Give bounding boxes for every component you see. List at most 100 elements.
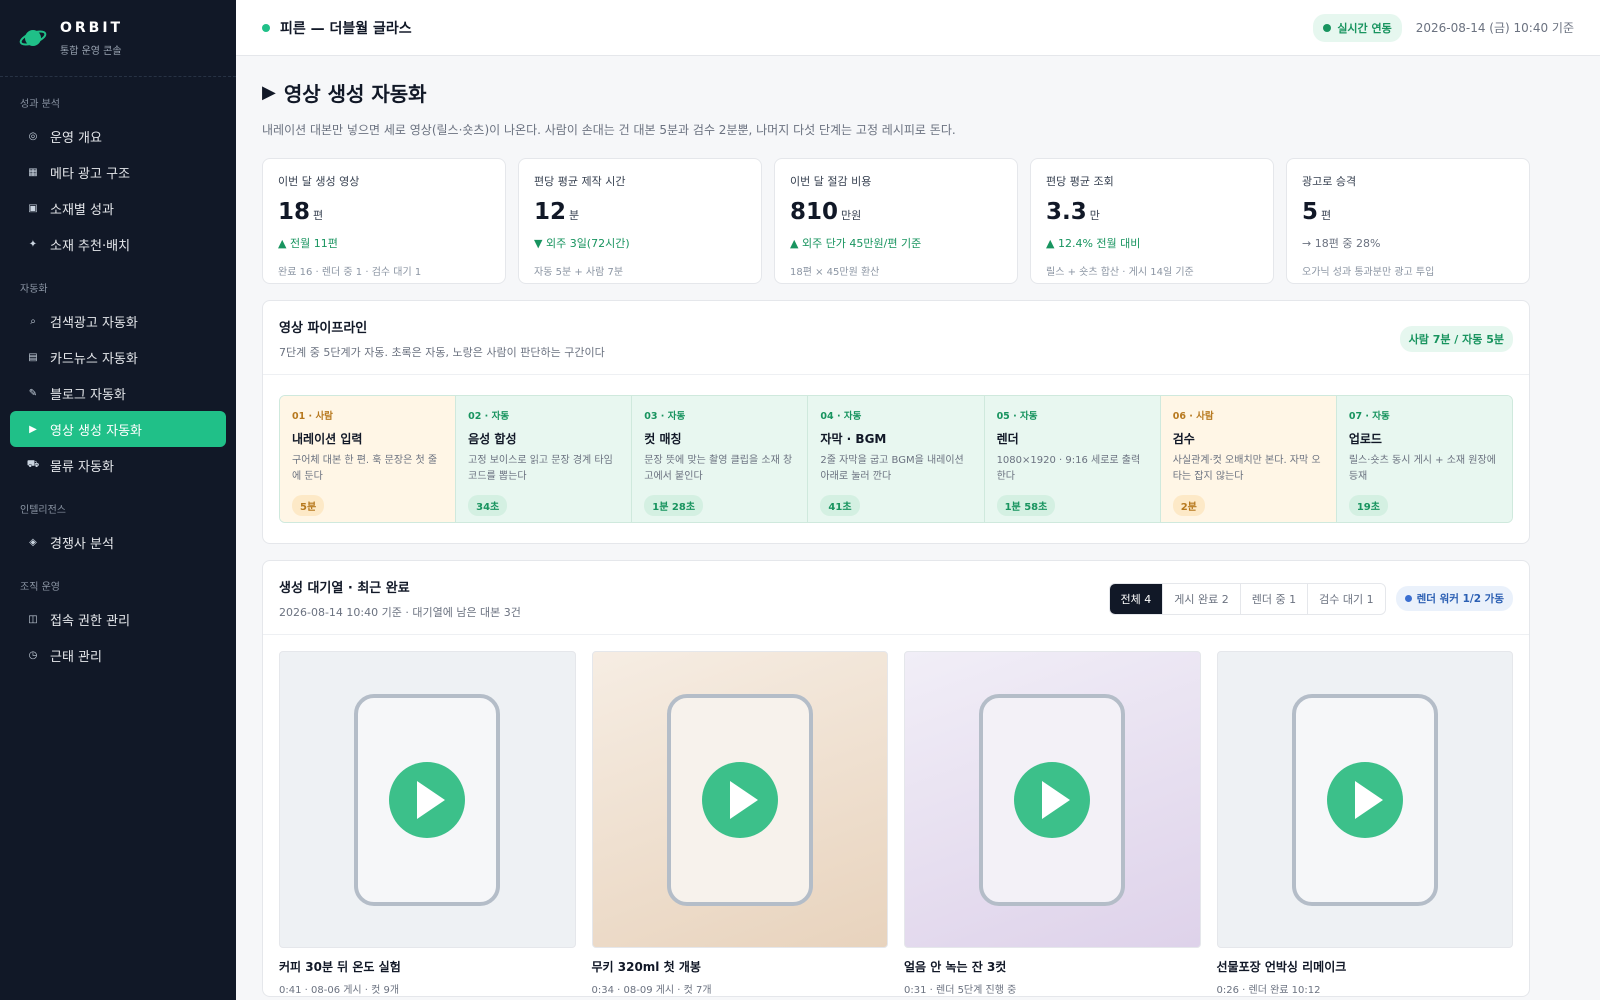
sidebar-item-video[interactable]: ▶ 영상 생성 자동화: [10, 411, 226, 447]
nav-section-label: 자동화: [20, 284, 48, 295]
sidebar-item-search-ads[interactable]: ⌕ 검색광고 자동화: [10, 303, 226, 339]
stat-cards: 이번 달 생성 영상 18 편 ▲ 전월 11편 완료 16 · 렌더 중 1 ·…: [262, 158, 1530, 284]
stat-card-views: 편당 평균 조회 3.3 만 ▲ 12.4% 전월 대비 릴스 + 숏츠 합산 ·…: [1030, 158, 1274, 284]
video-card[interactable]: 얼음 안 녹는 잔 3컷 0:31 · 렌더 5단계 진행 중: [904, 651, 1201, 996]
workspace-title: 피른 — 더블월 글라스: [280, 20, 412, 37]
stat-footnote: 오가닉 성과 통과분만 광고 투입: [1302, 267, 1435, 278]
sidebar: ORBIT 통합 운영 콘솔 성과 분석 ◎ 운영 개요 ▦ 메타 광고 구조 ▣ 소…: [0, 0, 236, 1000]
queue-title: 생성 대기열 · 최근 완료: [279, 581, 410, 596]
pipeline-step[interactable]: 04 · 자동 자막 · BGM 2줄 자막을 굽고 BGM을 내레이션 아래로 눌…: [808, 396, 985, 522]
pipeline-subtitle: 7단계 중 5단계가 자동. 초록은 자동, 노랑은 사람이 판단하는 구간이다: [279, 346, 605, 359]
stat-footnote: 18편 × 45만원 환산: [790, 267, 880, 278]
play-icon: [666, 693, 813, 906]
stat-footnote: 자동 5분 + 사람 7분: [534, 267, 624, 278]
play-icon: [354, 693, 501, 906]
play-icon: ▶: [262, 82, 276, 103]
search-icon: ⌕: [30, 315, 36, 327]
tab-review[interactable]: 검수 대기 1: [1308, 583, 1385, 614]
step-duration-badge: 2분: [1172, 495, 1205, 516]
video-card-list: 커피 30분 뒤 온도 실험 0:41 · 08-06 게시 · 컷 9개 무키…: [263, 635, 1529, 996]
video-card[interactable]: 선물포장 언박싱 리메이크 0:26 · 렌더 완료 10:12: [1216, 651, 1513, 996]
video-meta: 0:41 · 08-06 게시 · 컷 9개: [279, 985, 400, 996]
nav-section-label: 성과 분석: [20, 99, 60, 110]
pencil-icon: ✎: [28, 387, 38, 399]
pipeline-step[interactable]: 01 · 사람 내레이션 입력 구어체 대본 한 편. 훅 문장은 첫 줄에 둔다 5…: [280, 396, 457, 522]
tab-rendering[interactable]: 렌더 중 1: [1240, 583, 1309, 614]
stat-card-promoted: 광고로 승격 5편 → 18편 중 28% 오가닉 성과 통과분만 광고 투입: [1286, 158, 1530, 284]
page-title: ▶ 영상 생성 자동화: [262, 82, 427, 106]
video-meta: 0:34 · 08-09 게시 · 컷 7개: [591, 985, 712, 996]
play-icon: [1291, 693, 1438, 906]
brand[interactable]: ORBIT 통합 운영 콘솔: [0, 0, 236, 77]
status-dot-icon: [262, 23, 270, 32]
sidebar-item-overview[interactable]: ◎ 운영 개요: [10, 118, 226, 154]
stat-card-videos: 이번 달 생성 영상 18 편 ▲ 전월 11편 완료 16 · 렌더 중 1 ·…: [262, 158, 506, 284]
pipeline-panel: 영상 파이프라인 7단계 중 5단계가 자동. 초록은 자동, 노랑은 사람이 …: [262, 300, 1530, 544]
pipeline-step[interactable]: 05 · 자동 렌더 1080×1920 · 9:16 세로로 출력한다 1분 58초: [984, 396, 1161, 522]
sidebar-item-cardnews[interactable]: ▤ 카드뉴스 자동화: [10, 339, 226, 375]
pipeline-step[interactable]: 07 · 자동 업로드 릴스·숏츠 동시 게시 + 소재 원장에 등재 19초: [1336, 396, 1512, 522]
queue-panel: 생성 대기열 · 최근 완료 2026-08-14 10:40 기준 · 대기열…: [262, 560, 1530, 997]
truck-icon: ⛟: [26, 458, 40, 470]
video-thumbnail[interactable]: [1216, 651, 1513, 948]
brand-name: ORBIT: [60, 19, 124, 36]
pipeline-title: 영상 파이프라인: [279, 321, 368, 336]
video-title: 무키 320ml 첫 개봉: [591, 960, 701, 974]
video-title: 얼음 안 녹는 잔 3컷: [904, 960, 1007, 974]
stat-value: 5: [1302, 199, 1319, 225]
sidebar-item-logistics[interactable]: ⛟ 물류 자동화: [10, 447, 226, 483]
pipeline-step[interactable]: 06 · 사람 검수 사실관계·컷 오배치만 본다. 자막 오타는 잡지 않는다 2분: [1160, 396, 1337, 522]
video-thumbnail[interactable]: [904, 651, 1201, 948]
nav-section-label: 인텔리전스: [20, 505, 66, 516]
stat-card-savings: 이번 달 절감 비용 810 만원 ▲ 외주 단가 45만원/편 기준 18편 ×…: [774, 158, 1018, 284]
main-area: 피른 — 더블월 글라스 실시간 연동 2026-08-14 (금) 10:40…: [236, 0, 1600, 1000]
step-duration-badge: 1분 28초: [644, 495, 704, 516]
planet-logo-icon: [19, 30, 47, 46]
sidebar-item-competitor[interactable]: ◈ 경쟁사 분석: [10, 524, 226, 560]
play-icon: [979, 693, 1126, 906]
pipeline-time-badge: 사람 7분 / 자동 5분: [1399, 325, 1513, 352]
lock-icon: ◫: [28, 613, 38, 625]
clock-icon: ◷: [28, 649, 38, 661]
square-icon: ▣: [28, 202, 38, 214]
tab-published[interactable]: 게시 완료 2: [1163, 583, 1241, 614]
step-duration-badge: 5분: [292, 495, 325, 516]
video-title: 선물포장 언박싱 리메이크: [1216, 960, 1347, 974]
pipeline-step[interactable]: 03 · 자동 컷 매칭 문장 뜻에 맞는 촬영 클립을 소재 창고에서 붙인다 1분…: [632, 396, 809, 522]
stat-delta: ▼ 외주 3일(72시간): [534, 237, 630, 250]
step-duration-badge: 19초: [1348, 495, 1388, 516]
step-duration-badge: 41초: [820, 495, 860, 516]
sidebar-item-blog[interactable]: ✎ 블로그 자동화: [10, 375, 226, 411]
topbar: 피른 — 더블월 글라스 실시간 연동 2026-08-14 (금) 10:40…: [236, 0, 1600, 56]
render-worker-badge: 렌더 워커 1/2 가동: [1395, 586, 1513, 611]
video-meta: 0:26 · 렌더 완료 10:12: [1216, 985, 1321, 996]
sidebar-item-creative-recommend[interactable]: ✦ 소재 추천·배치: [10, 226, 226, 262]
pipeline-steps: 01 · 사람 내레이션 입력 구어체 대본 한 편. 훅 문장은 첫 줄에 둔다 5…: [279, 395, 1513, 523]
timestamp: 2026-08-14 (금) 10:40 기준: [1415, 21, 1574, 35]
sidebar-item-access[interactable]: ◫ 접속 권한 관리: [10, 601, 226, 637]
video-card[interactable]: 커피 30분 뒤 온도 실험 0:41 · 08-06 게시 · 컷 9개: [279, 651, 576, 996]
pipeline-step[interactable]: 02 · 자동 음성 합성 고정 보이스로 읽고 문장 경계 타임코드를 뽑는다 34…: [456, 396, 633, 522]
video-thumbnail[interactable]: [591, 651, 888, 948]
brand-subtitle: 통합 운영 콘솔: [60, 45, 122, 57]
video-card[interactable]: 무키 320ml 첫 개봉 0:34 · 08-09 게시 · 컷 7개: [591, 651, 888, 996]
sidebar-item-attendance[interactable]: ◷ 근태 관리: [10, 637, 226, 673]
live-sync-badge: 실시간 연동: [1313, 13, 1402, 42]
cards-icon: ▤: [28, 351, 38, 363]
video-meta: 0:31 · 렌더 5단계 진행 중: [904, 985, 1017, 996]
stat-value: 810: [790, 199, 839, 225]
stat-card-time: 편당 평균 제작 시간 12 분 ▼ 외주 3일(72시간) 자동 5분 + 사람…: [518, 158, 762, 284]
stat-delta: ▲ 전월 11편: [278, 237, 338, 250]
stat-value: 12: [534, 199, 567, 225]
tab-all[interactable]: 전체 4: [1109, 583, 1164, 614]
sidebar-item-creative-performance[interactable]: ▣ 소재별 성과: [10, 190, 226, 226]
queue-subtitle: 2026-08-14 10:40 기준 · 대기열에 남은 대본 3건: [279, 606, 521, 619]
sidebar-item-meta-structure[interactable]: ▦ 메타 광고 구조: [10, 154, 226, 190]
stat-delta: ▲ 12.4% 전월 대비: [1046, 237, 1141, 250]
video-thumbnail[interactable]: [279, 651, 576, 948]
page-description: 내레이션 대본만 넣으면 세로 영상(릴스·숏츠)이 나온다. 사람이 손대는 …: [262, 123, 956, 137]
video-title: 커피 30분 뒤 온도 실험: [279, 960, 401, 974]
circle-dot-icon: ◎: [28, 130, 38, 142]
stat-footnote: 릴스 + 숏츠 합산 · 게시 14일 기준: [1046, 267, 1194, 278]
nav-section-label: 조직 운영: [20, 582, 60, 593]
